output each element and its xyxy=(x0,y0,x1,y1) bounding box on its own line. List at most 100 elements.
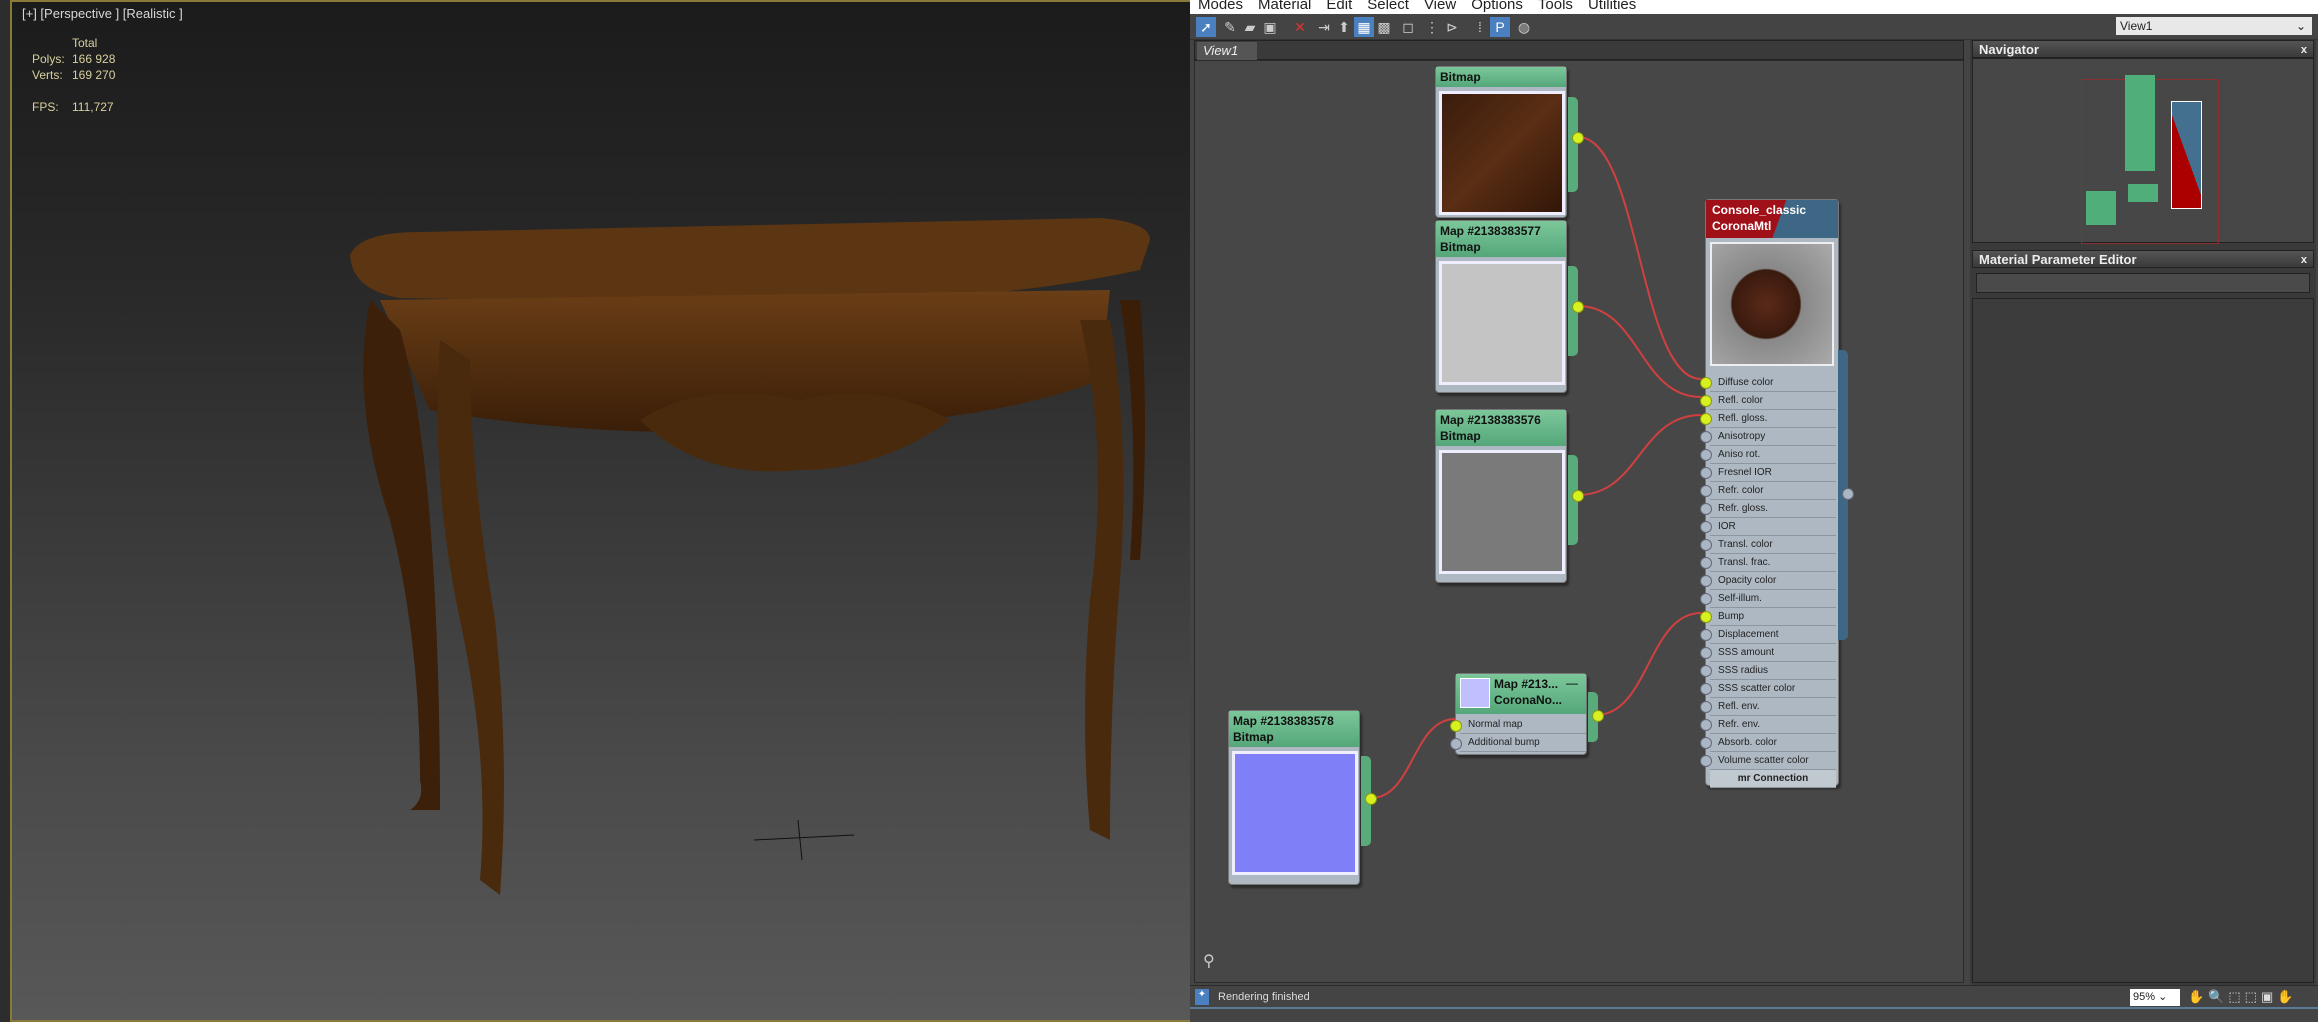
select-tool-icon[interactable]: ➚ xyxy=(1196,17,1216,37)
output-socket[interactable] xyxy=(1842,488,1854,500)
navigator-toggle-icon[interactable]: ⁞ xyxy=(1470,17,1490,37)
connection-wire[interactable] xyxy=(1577,414,1702,496)
output-socket[interactable] xyxy=(1365,793,1377,805)
input-socket[interactable] xyxy=(1700,503,1712,515)
zoom-dropdown[interactable]: 95% ⌄ xyxy=(2130,989,2180,1006)
node-view[interactable]: Bitmap Map #2138383577 Bitmap Map #213838… xyxy=(1194,60,1964,983)
input-socket[interactable] xyxy=(1700,683,1712,695)
close-icon[interactable]: x xyxy=(2301,251,2307,269)
background-icon[interactable]: ▩ xyxy=(1374,17,1394,37)
connection-wire[interactable] xyxy=(1595,612,1702,716)
pan-to-selected-icon[interactable]: ✋ xyxy=(2277,989,2297,1004)
input-socket[interactable] xyxy=(1700,521,1712,533)
zoom-region-icon[interactable]: ⬚ xyxy=(2228,989,2244,1004)
render-icon[interactable]: ✦ xyxy=(1195,989,1209,1005)
minimize-icon[interactable]: — xyxy=(1566,676,1578,690)
input-socket[interactable] xyxy=(1700,449,1712,461)
input-socket[interactable] xyxy=(1700,557,1712,569)
material-type: CoronaMtl xyxy=(1712,219,1772,233)
menu-utilities[interactable]: Utilities xyxy=(1588,0,1636,13)
tab-view1[interactable]: View1 xyxy=(1197,42,1257,60)
material-node[interactable]: Console_classic CoronaMtl Diffuse color Re… xyxy=(1700,199,1854,788)
input-label: SSS amount xyxy=(1718,647,1775,658)
input-row: Refl. gloss. xyxy=(1700,410,1836,428)
connection-wire[interactable] xyxy=(1577,136,1702,380)
input-socket[interactable] xyxy=(1700,413,1712,425)
select-by-material-icon[interactable]: ◍ xyxy=(1514,17,1534,37)
node-header: Bitmap xyxy=(1436,67,1566,87)
show-map-in-viewport-icon[interactable]: ▦ xyxy=(1354,17,1374,37)
mr-connection-rollout[interactable]: mr Connection xyxy=(1710,770,1836,788)
input-socket[interactable] xyxy=(1700,485,1712,497)
sample-type-icon[interactable]: ◻ xyxy=(1398,17,1418,37)
put-to-scene-icon[interactable]: ▣ xyxy=(1260,17,1280,37)
menu-tools[interactable]: Tools xyxy=(1538,0,1573,13)
menu-options[interactable]: Options xyxy=(1471,0,1523,13)
param-editor-body xyxy=(1972,298,2314,983)
hide-unused-icon[interactable]: ⬆ xyxy=(1334,17,1354,37)
input-socket[interactable] xyxy=(1700,755,1712,767)
normal-map-socket[interactable] xyxy=(1450,720,1462,732)
menu-modes[interactable]: Modes xyxy=(1198,0,1243,13)
output-socket[interactable] xyxy=(1572,301,1584,313)
input-socket[interactable] xyxy=(1700,575,1712,587)
input-row: Anisotropy xyxy=(1700,428,1836,446)
material-title: Console_classic xyxy=(1712,203,1807,217)
bitmap-node-2[interactable]: Map #2138383577 Bitmap xyxy=(1435,220,1584,393)
zoom-extents-icon[interactable]: ⬚ xyxy=(2245,989,2261,1004)
bitmap-node-4[interactable]: Map #2138383578 Bitmap xyxy=(1228,710,1377,885)
input-socket[interactable] xyxy=(1700,629,1712,641)
view-select-dropdown[interactable]: View1 ⌄ xyxy=(2116,17,2312,35)
input-label: Refl. gloss. xyxy=(1718,413,1768,424)
input-socket[interactable] xyxy=(1700,431,1712,443)
output-socket[interactable] xyxy=(1592,710,1604,722)
input-label: IOR xyxy=(1718,521,1736,532)
perspective-viewport[interactable]: [+] [Perspective ] [Realistic ] Total Po… xyxy=(0,0,1190,1022)
delete-icon[interactable]: ✕ xyxy=(1290,17,1310,37)
move-children-icon[interactable]: ⇥ xyxy=(1314,17,1334,37)
wood-diffuse-thumbnail xyxy=(1439,91,1565,215)
pan-icon[interactable]: ✋ xyxy=(2188,989,2208,1004)
assign-material-icon[interactable]: ▰ xyxy=(1240,17,1260,37)
input-label: Anisotropy xyxy=(1718,431,1766,442)
bitmap-node-3[interactable]: Map #2138383576 Bitmap xyxy=(1435,409,1584,583)
input-label: Opacity color xyxy=(1718,575,1777,586)
input-socket[interactable] xyxy=(1700,467,1712,479)
input-socket[interactable] xyxy=(1700,647,1712,659)
input-socket[interactable] xyxy=(1700,665,1712,677)
menu-view[interactable]: View xyxy=(1424,0,1456,13)
corona-normal-node[interactable]: Map #213... CoronaNo... — Normal map Addi… xyxy=(1450,673,1604,755)
input-socket[interactable] xyxy=(1700,701,1712,713)
material-preview-sphere xyxy=(1710,242,1834,366)
view-nav-icons[interactable]: ✋🔍⬚⬚▣✋ xyxy=(2188,989,2297,1005)
layout-vertical-icon[interactable]: ⋮ xyxy=(1422,17,1442,37)
input-socket[interactable] xyxy=(1700,719,1712,731)
binoculars-icon[interactable]: ⚲ xyxy=(1203,951,1215,971)
input-socket[interactable] xyxy=(1700,593,1712,605)
input-socket[interactable] xyxy=(1700,395,1712,407)
zoom-icon[interactable]: 🔍 xyxy=(2208,989,2228,1004)
connection-wire[interactable] xyxy=(1370,718,1456,799)
output-socket[interactable] xyxy=(1572,490,1584,502)
output-socket[interactable] xyxy=(1572,132,1584,144)
parameter-editor-icon[interactable]: P xyxy=(1490,17,1510,37)
bitmap-node-1[interactable]: Bitmap xyxy=(1435,66,1584,218)
input-socket[interactable] xyxy=(1700,611,1712,623)
close-icon[interactable]: x xyxy=(2301,41,2307,59)
input-row: Refl. env. xyxy=(1700,698,1836,716)
zoom-selected-icon[interactable]: ▣ xyxy=(2261,989,2277,1004)
input-label: Refr. env. xyxy=(1718,719,1761,730)
menu-select[interactable]: Select xyxy=(1367,0,1409,13)
layout-children-icon[interactable]: ⊳ xyxy=(1442,17,1462,37)
menu-edit[interactable]: Edit xyxy=(1326,0,1352,13)
input-socket[interactable] xyxy=(1700,377,1712,389)
menu-bar: Modes Material Edit Select View Options Tools U… xyxy=(1190,0,2318,14)
param-editor-name-field[interactable] xyxy=(1976,273,2310,293)
connection-wire[interactable] xyxy=(1577,305,1702,398)
input-socket[interactable] xyxy=(1700,737,1712,749)
input-socket[interactable] xyxy=(1700,539,1712,551)
navigator-view[interactable] xyxy=(1972,58,2314,244)
additional-bump-socket[interactable] xyxy=(1450,738,1462,750)
eyedropper-icon[interactable]: ✎ xyxy=(1220,17,1240,37)
menu-material[interactable]: Material xyxy=(1258,0,1311,13)
